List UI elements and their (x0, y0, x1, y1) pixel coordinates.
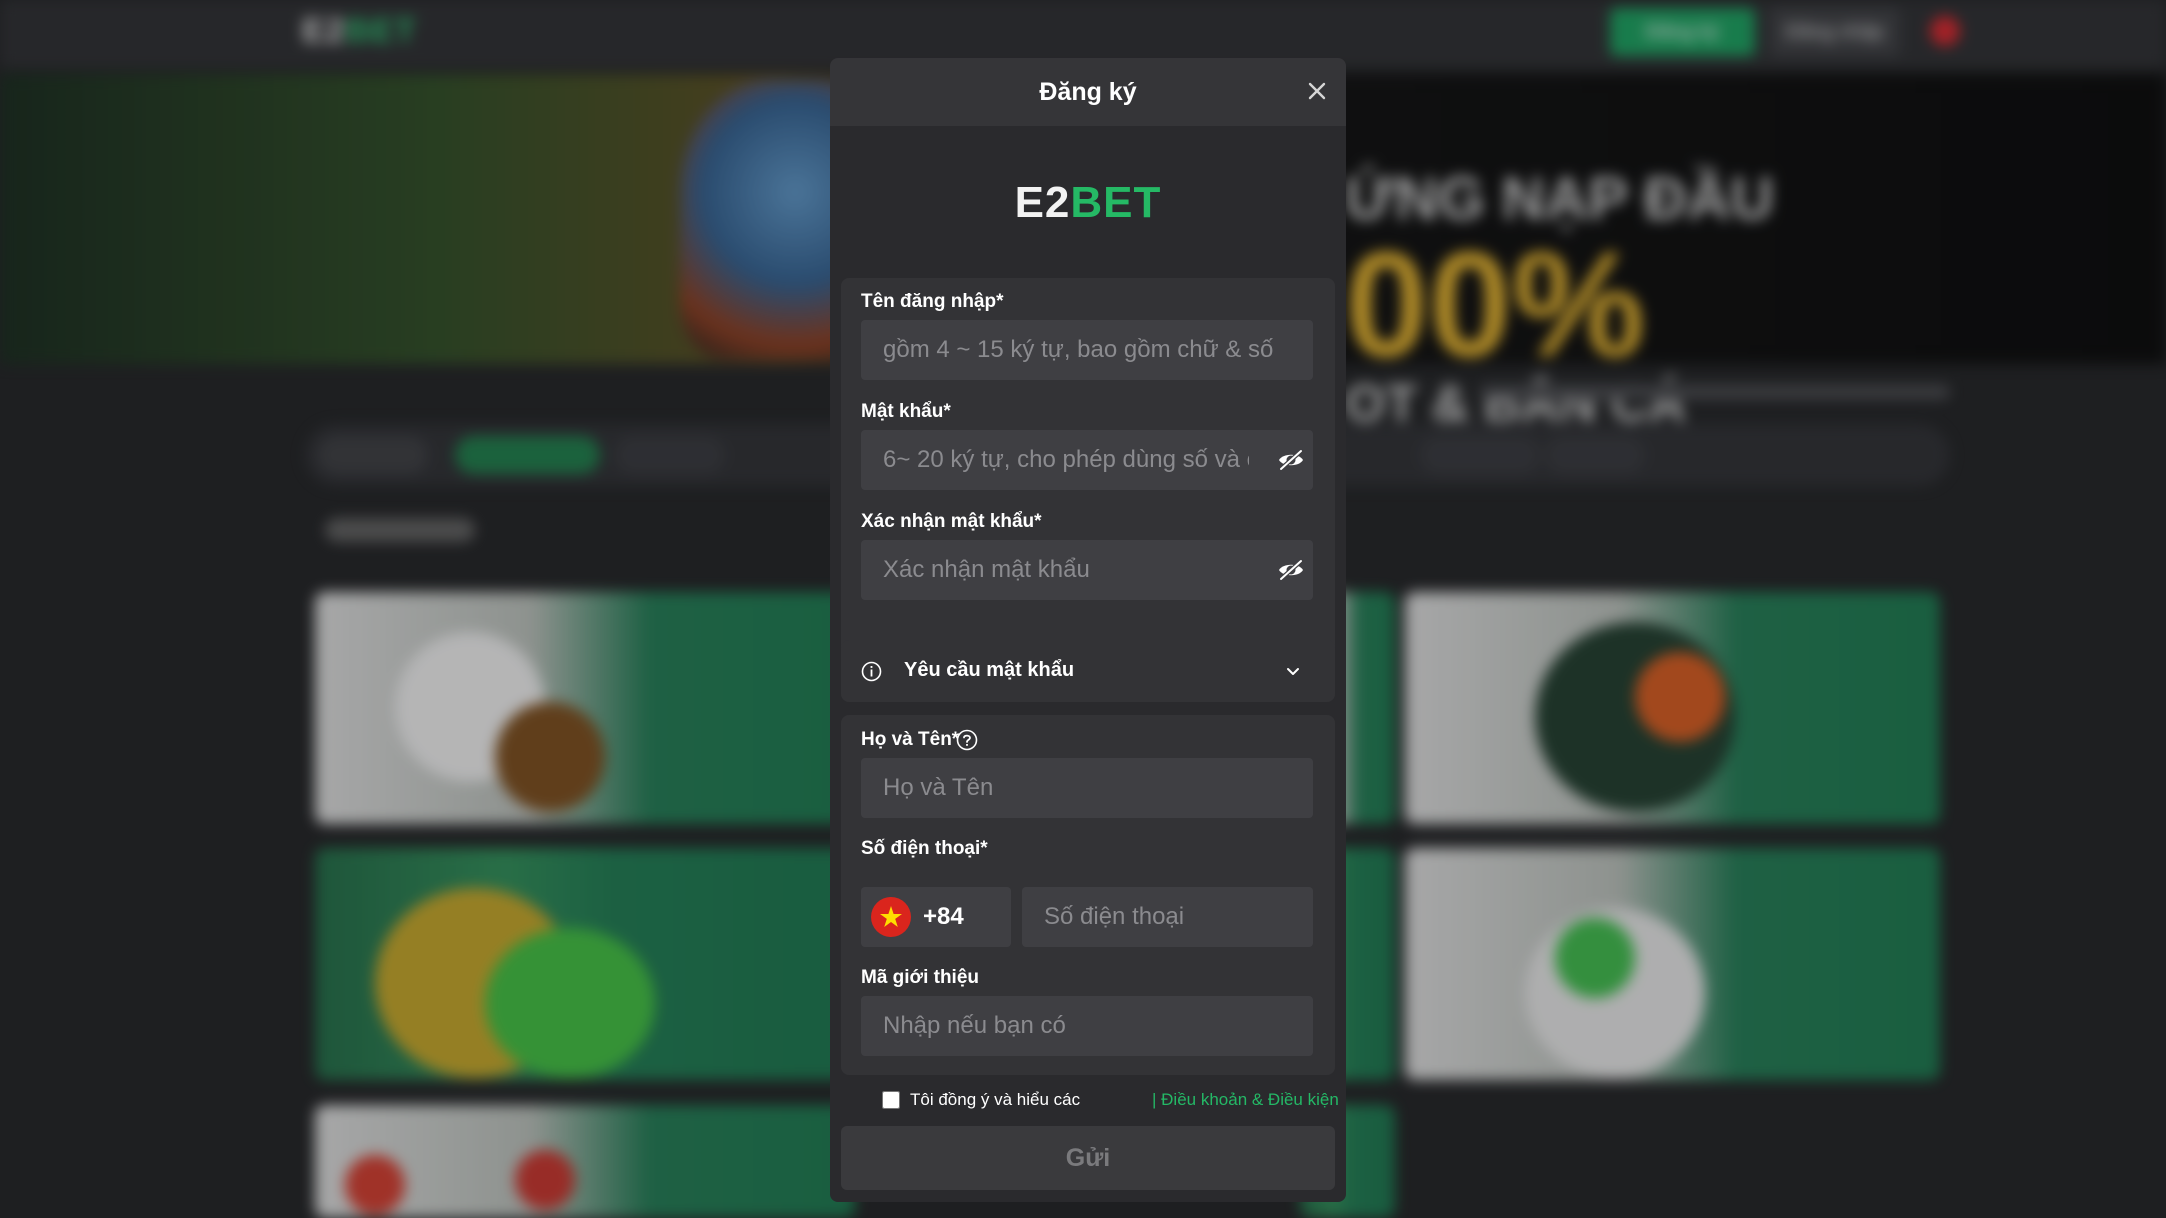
terms-link[interactable]: | Điều khoản & Điều kiện (1152, 1090, 1339, 1110)
referral-label: Mã giới thiệu (861, 967, 980, 988)
terms-checkbox[interactable] (882, 1091, 900, 1109)
brand-logo: E2BET (830, 178, 1346, 228)
confirm-password-visibility-toggle[interactable] (1277, 558, 1305, 582)
close-icon (1308, 82, 1326, 100)
banner-line2: 00% (1345, 220, 1646, 388)
password-requirements-toggle[interactable]: Yêu cầu mật khẩu (841, 640, 1335, 702)
password-input[interactable] (861, 430, 1313, 490)
site-logo-part2: BET (345, 12, 417, 50)
personal-info-fields: Họ và Tên* Số điện thoại* +84 Mã giới th… (841, 715, 1335, 1075)
referral-input[interactable] (861, 996, 1313, 1056)
username-input[interactable] (861, 320, 1313, 380)
announcement-ticker (1480, 385, 1950, 399)
category-tab[interactable] (1420, 436, 1540, 474)
chevron-down-icon (1287, 668, 1299, 675)
confirm-password-label: Xác nhận mật khẩu* (861, 511, 1042, 532)
phone-label: Số điện thoại* (861, 838, 988, 859)
game-card[interactable] (315, 1105, 855, 1218)
eye-slash-icon (1278, 448, 1304, 472)
game-card[interactable] (1405, 592, 1940, 824)
register-modal: Đăng ký E2BET Tên đăng nhập* Mật khẩu* X… (830, 58, 1346, 1202)
info-icon (861, 661, 882, 682)
phone-input[interactable] (1022, 887, 1313, 947)
game-card[interactable] (315, 848, 855, 1080)
fullname-input[interactable] (861, 758, 1313, 818)
category-tab[interactable] (1545, 436, 1645, 474)
category-tab[interactable] (615, 436, 725, 474)
terms-row: Tôi đồng ý và hiểu các | Điều khoản & Đi… (882, 1088, 1339, 1114)
username-label: Tên đăng nhập* (861, 291, 1004, 312)
site-logo-part1: E2 (302, 12, 346, 50)
brand-logo-part1: E2 (1014, 178, 1071, 227)
confirm-password-input[interactable] (861, 540, 1313, 600)
game-card[interactable] (315, 592, 855, 824)
close-button[interactable] (1302, 76, 1332, 106)
section-heading (325, 518, 475, 542)
brand-logo-part2: BET (1070, 178, 1162, 227)
account-fields: Tên đăng nhập* Mật khẩu* Xác nhận mật kh… (841, 278, 1335, 628)
site-logo[interactable]: E2BET (302, 12, 417, 51)
question-icon (956, 729, 978, 751)
modal-title: Đăng ký (1039, 78, 1137, 106)
game-card[interactable] (1405, 848, 1940, 1080)
modal-header: Đăng ký (830, 58, 1346, 126)
fullname-help-button[interactable] (956, 729, 978, 751)
header-signup-button[interactable]: Đăng ký (1610, 8, 1755, 56)
vietnam-flag-icon (871, 897, 911, 937)
submit-button[interactable]: Gửi (841, 1126, 1335, 1190)
category-tab-active[interactable] (455, 436, 600, 474)
country-code-selector[interactable]: +84 (861, 887, 1011, 947)
terms-text: Tôi đồng ý và hiểu các (910, 1090, 1081, 1109)
password-requirements-label: Yêu cầu mật khẩu (904, 659, 1075, 681)
fullname-label: Họ và Tên* (861, 729, 960, 750)
language-flag-icon[interactable] (1930, 16, 1960, 46)
header-login-button[interactable]: Đăng nhập (1770, 8, 1900, 56)
category-tab[interactable] (318, 436, 428, 474)
country-code: +84 (923, 903, 964, 930)
eye-slash-icon (1278, 558, 1304, 582)
password-visibility-toggle[interactable] (1277, 448, 1305, 472)
password-label: Mật khẩu* (861, 401, 951, 422)
